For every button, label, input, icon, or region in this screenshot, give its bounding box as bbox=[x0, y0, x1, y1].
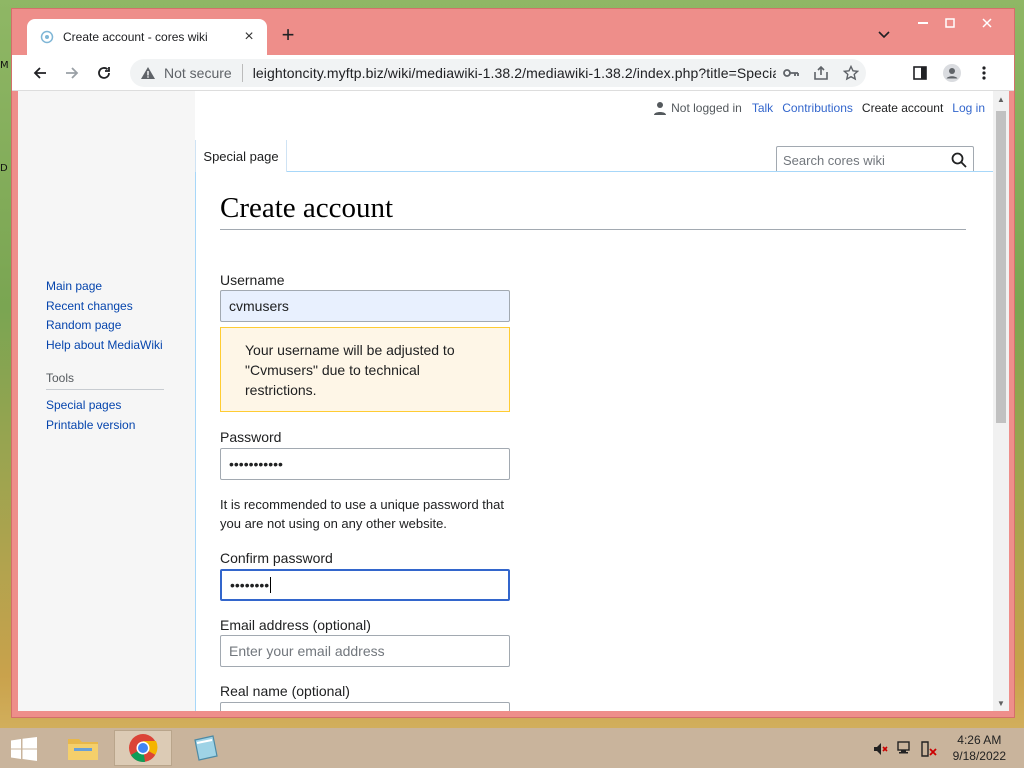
email-placeholder: Enter your email address bbox=[229, 643, 385, 659]
confirm-password-value: •••••••• bbox=[230, 577, 270, 593]
bookmark-star-icon[interactable] bbox=[836, 65, 866, 81]
talk-link[interactable]: Talk bbox=[752, 101, 773, 115]
browser-tab[interactable]: Create account - cores wiki × bbox=[27, 19, 267, 55]
forward-arrow-icon[interactable] bbox=[60, 61, 84, 85]
contributions-link[interactable]: Contributions bbox=[782, 101, 853, 115]
personal-tools: Not logged in Talk Contributions Create … bbox=[654, 101, 985, 115]
scroll-up-icon[interactable]: ▲ bbox=[993, 91, 1009, 107]
password-label: Password bbox=[220, 429, 282, 445]
password-value: ••••••••••• bbox=[229, 456, 283, 472]
app-window-icon[interactable] bbox=[176, 730, 234, 766]
maximize-icon[interactable] bbox=[935, 12, 965, 34]
email-field[interactable]: Enter your email address bbox=[220, 635, 510, 667]
real-name-label: Real name (optional) bbox=[220, 683, 350, 699]
minimize-icon[interactable] bbox=[908, 12, 938, 34]
sidebar-item-special-pages[interactable]: Special pages bbox=[46, 396, 164, 416]
real-name-field[interactable] bbox=[220, 702, 510, 711]
sidebar-item-help[interactable]: Help about MediaWiki bbox=[46, 336, 163, 356]
search-icon[interactable] bbox=[951, 152, 967, 171]
sidebar-item-printable-version[interactable]: Printable version bbox=[46, 416, 164, 436]
password-hint: It is recommended to use a unique passwo… bbox=[220, 497, 504, 531]
main-content: Create account Username cvmusers Your us… bbox=[195, 171, 993, 711]
scrollbar-thumb[interactable] bbox=[996, 111, 1006, 423]
page-title: Create account bbox=[220, 192, 966, 230]
sidebar-item-main-page[interactable]: Main page bbox=[46, 277, 163, 297]
tab-title: Create account - cores wiki bbox=[63, 30, 208, 44]
warning-triangle-icon[interactable] bbox=[140, 66, 158, 80]
text-caret bbox=[270, 577, 272, 593]
back-arrow-icon[interactable] bbox=[28, 61, 52, 85]
key-icon[interactable] bbox=[776, 67, 806, 79]
taskbar: 4:26 AM 9/18/2022 bbox=[0, 728, 1024, 768]
more-menu-icon[interactable] bbox=[972, 61, 996, 85]
action-center-icon[interactable] bbox=[920, 740, 938, 758]
clock-time: 4:26 AM bbox=[957, 733, 1002, 747]
chrome-icon[interactable] bbox=[114, 730, 172, 766]
tab-strip: Create account - cores wiki × + bbox=[12, 9, 1014, 55]
sidebar-item-random-page[interactable]: Random page bbox=[46, 316, 163, 336]
reload-icon[interactable] bbox=[92, 61, 116, 85]
browser-window: Create account - cores wiki × + Not secu… bbox=[11, 8, 1015, 718]
page-scrollbar[interactable]: ▲ ▼ bbox=[993, 91, 1009, 711]
close-tab-icon[interactable]: × bbox=[241, 28, 257, 45]
profile-avatar-icon[interactable] bbox=[940, 61, 964, 85]
log-in-link[interactable]: Log in bbox=[952, 101, 985, 115]
browser-toolbar: Not secure leightoncity.myftp.biz/wiki/m… bbox=[12, 55, 1014, 91]
network-icon[interactable] bbox=[896, 740, 914, 758]
security-status-text: Not secure bbox=[164, 65, 232, 81]
user-icon bbox=[654, 101, 667, 115]
new-tab-button[interactable]: + bbox=[276, 22, 300, 47]
tab-special-page[interactable]: Special page bbox=[195, 140, 287, 172]
share-icon[interactable] bbox=[806, 65, 836, 81]
windows-start-icon[interactable] bbox=[10, 737, 38, 761]
username-adjust-notice: Your username will be adjusted to "Cvmus… bbox=[220, 327, 510, 412]
url-text[interactable]: leightoncity.myftp.biz/wiki/mediawiki-1.… bbox=[253, 65, 776, 81]
web-page: Not logged in Talk Contributions Create … bbox=[18, 91, 993, 711]
confirm-password-field[interactable]: •••••••• bbox=[220, 569, 510, 601]
clock-date: 9/18/2022 bbox=[952, 749, 1006, 763]
create-account-link[interactable]: Create account bbox=[862, 101, 943, 115]
email-label: Email address (optional) bbox=[220, 617, 371, 633]
file-explorer-icon[interactable] bbox=[54, 730, 112, 766]
search-placeholder: Search cores wiki bbox=[783, 152, 885, 168]
password-field[interactable]: ••••••••••• bbox=[220, 448, 510, 480]
tools-menu: Tools Special pages Printable version bbox=[46, 371, 164, 435]
sidebar-item-recent-changes[interactable]: Recent changes bbox=[46, 297, 163, 317]
close-window-icon[interactable] bbox=[972, 12, 1002, 34]
wiki-favicon-icon bbox=[39, 29, 55, 45]
system-clock[interactable]: 4:26 AM 9/18/2022 bbox=[953, 732, 1006, 764]
address-bar[interactable]: Not secure leightoncity.myftp.biz/wiki/m… bbox=[130, 59, 866, 87]
username-value: cvmusers bbox=[229, 298, 289, 314]
tools-heading: Tools bbox=[46, 371, 164, 390]
username-label: Username bbox=[220, 272, 285, 288]
scroll-down-icon[interactable]: ▼ bbox=[993, 695, 1009, 711]
navigation-menu: Main page Recent changes Random page Hel… bbox=[46, 277, 163, 355]
username-field[interactable]: cvmusers bbox=[220, 290, 510, 322]
confirm-password-label: Confirm password bbox=[220, 550, 333, 566]
volume-muted-icon[interactable] bbox=[872, 740, 890, 758]
side-panel-icon[interactable] bbox=[908, 61, 932, 85]
address-separator bbox=[241, 64, 243, 82]
chevron-down-icon[interactable] bbox=[874, 25, 894, 45]
not-logged-in-text: Not logged in bbox=[671, 101, 742, 115]
search-input[interactable]: Search cores wiki bbox=[776, 146, 974, 174]
